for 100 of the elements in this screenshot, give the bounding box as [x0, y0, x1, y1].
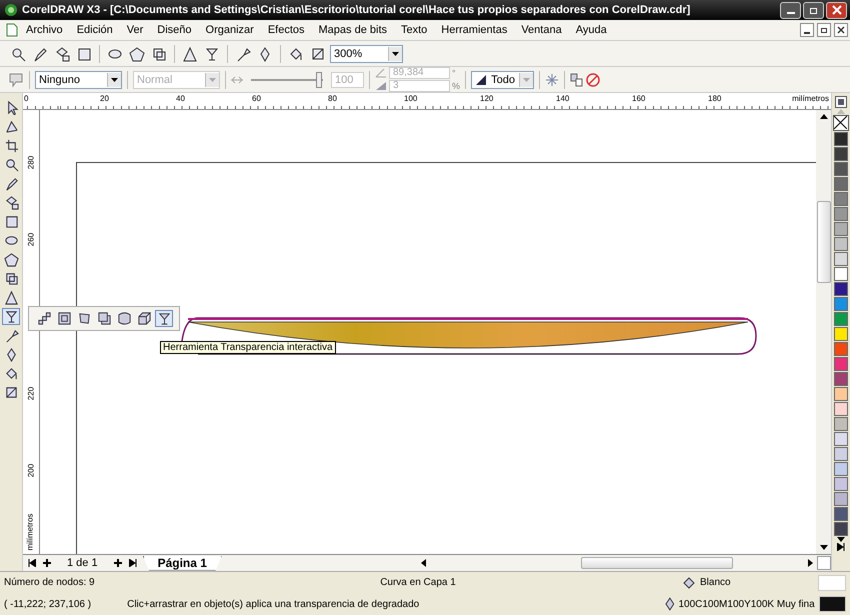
menu-item[interactable]: Edición — [70, 23, 119, 37]
color-swatch[interactable] — [834, 252, 848, 266]
menu-item[interactable]: Ver — [120, 23, 150, 37]
menu-item[interactable]: Diseño — [151, 23, 198, 37]
apply-to-dropdown[interactable]: Todo — [471, 70, 534, 88]
triangle-icon — [4, 290, 18, 305]
outline-swatch — [818, 596, 846, 612]
menu-item[interactable]: Organizar — [200, 23, 260, 37]
color-swatch[interactable] — [834, 222, 848, 236]
color-swatch[interactable] — [834, 447, 848, 461]
hint-text: Clic+arrastrar en objeto(s) aplica una transparencia de degradado — [126, 598, 420, 610]
goblet-icon — [4, 309, 18, 324]
blend-icon — [36, 311, 52, 326]
color-swatch[interactable] — [834, 267, 848, 281]
right-arrow-icon — [808, 559, 813, 567]
color-swatch[interactable] — [834, 282, 848, 296]
restore-button[interactable] — [817, 23, 831, 37]
color-swatch[interactable] — [834, 147, 848, 161]
ruler-label: 40 — [176, 94, 185, 103]
goblet-icon — [156, 311, 172, 326]
shapes-icon — [4, 271, 18, 286]
color-swatch[interactable] — [834, 192, 848, 206]
tool-button[interactable] — [2, 289, 20, 306]
color-swatch[interactable] — [834, 357, 848, 371]
unit-label: % — [452, 81, 460, 91]
restore-button[interactable] — [803, 2, 824, 18]
fill-icon — [4, 385, 18, 400]
color-swatch[interactable] — [834, 342, 848, 356]
color-swatch[interactable] — [834, 492, 848, 506]
eyedropper-icon — [4, 328, 18, 343]
clear-icon — [586, 72, 600, 86]
ruler-unit-label: milímetros — [792, 94, 829, 103]
color-swatch[interactable] — [834, 372, 848, 386]
color-swatch[interactable] — [834, 207, 848, 221]
color-swatch[interactable] — [834, 177, 848, 191]
add-page-button[interactable] — [112, 557, 123, 569]
color-swatch[interactable] — [834, 462, 848, 476]
page-tab[interactable]: Página 1 — [142, 556, 222, 570]
color-swatch[interactable] — [834, 507, 848, 521]
bucket-icon — [682, 576, 696, 589]
color-swatch[interactable] — [834, 237, 848, 251]
style-icon — [8, 72, 24, 88]
first-icon — [28, 559, 36, 567]
tooltip: Herramienta Transparencia interactiva — [160, 341, 336, 354]
color-swatch[interactable] — [834, 327, 848, 341]
color-swatch[interactable] — [834, 522, 848, 536]
tool-button[interactable] — [2, 308, 20, 325]
page-counter: 1 de 1 — [66, 557, 99, 569]
tool-button[interactable] — [155, 310, 173, 327]
color-swatch[interactable] — [834, 162, 848, 176]
first-page-button[interactable] — [27, 557, 37, 569]
up-arrow-icon — [820, 114, 828, 119]
object-info: Curva en Capa 1 — [379, 577, 457, 588]
color-swatch[interactable] — [834, 132, 848, 146]
transparency-type-dropdown[interactable]: Ninguno — [35, 70, 122, 88]
menu-item[interactable]: Efectos — [262, 23, 311, 37]
ruler-label: 280 — [26, 154, 36, 170]
close-button[interactable] — [834, 23, 848, 37]
minimize-button[interactable] — [800, 23, 814, 37]
color-swatch[interactable] — [834, 402, 848, 416]
copy-properties-icon — [570, 72, 584, 86]
color-swatch[interactable] — [834, 432, 848, 446]
pen-nib-icon — [664, 597, 674, 612]
vertical-scrollbar[interactable] — [816, 110, 831, 554]
unit-label: ° — [452, 68, 456, 78]
zoom-dropdown[interactable]: 300% — [330, 44, 403, 62]
menu-item[interactable]: Archivo — [20, 23, 69, 37]
add-page-button[interactable] — [42, 557, 52, 569]
tool-button[interactable] — [2, 251, 20, 268]
color-swatch[interactable] — [834, 297, 848, 311]
scroll-thumb[interactable] — [581, 557, 733, 569]
caret-icon — [523, 78, 530, 82]
caret-icon — [392, 52, 399, 56]
minimize-icon — [786, 12, 794, 14]
close-button[interactable] — [826, 2, 847, 18]
extrude-icon — [136, 311, 152, 326]
ruler-label: 220 — [26, 386, 36, 402]
ruler-label: 140 — [556, 94, 570, 103]
color-swatch[interactable] — [834, 387, 848, 401]
node-count: Número de nodos: 9 — [4, 577, 96, 588]
ruler-label: 20 — [100, 94, 109, 103]
menu-item[interactable]: Herramientas — [435, 23, 514, 37]
scroll-thumb[interactable] — [816, 201, 830, 283]
minimize-button[interactable] — [780, 2, 801, 18]
menu-item[interactable]: Texto — [395, 23, 434, 37]
snowflake-icon — [545, 72, 560, 86]
color-swatch[interactable] — [834, 312, 848, 326]
menu-item[interactable]: Ventana — [515, 23, 568, 37]
last-page-button[interactable] — [128, 557, 138, 569]
menu-item[interactable]: Mapas de bits — [312, 23, 393, 37]
color-swatch[interactable] — [834, 477, 848, 491]
ruler-label: 120 — [480, 94, 494, 103]
color-swatch[interactable] — [834, 417, 848, 431]
caret-icon — [111, 78, 118, 82]
minimize-icon — [804, 32, 810, 34]
shape-tool-icon — [4, 119, 18, 134]
no-color-swatch[interactable] — [833, 115, 849, 131]
ruler-label: 160 — [632, 94, 646, 103]
close-icon — [832, 5, 842, 15]
menu-item[interactable]: Ayuda — [570, 23, 613, 37]
